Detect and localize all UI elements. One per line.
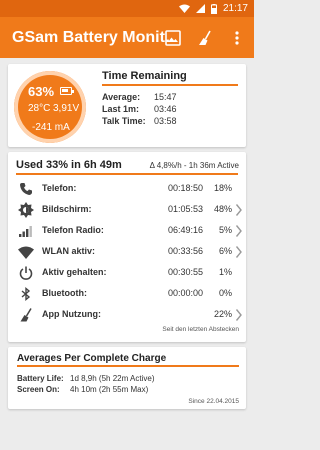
brightness-icon — [18, 202, 34, 218]
battery-icon — [210, 3, 217, 14]
usage-label: WLAN aktiv: — [42, 246, 96, 256]
wifi-icon — [18, 244, 34, 260]
usage-label: App Nutzung: — [42, 309, 101, 319]
usage-row-aktiv-gehalten[interactable]: Aktiv gehalten: 00:30:55 1% — [8, 263, 246, 283]
bluetooth-icon — [18, 286, 34, 302]
remaining-talktime-row: Talk Time: 03:58 — [102, 116, 177, 126]
row-value: 15:47 — [154, 92, 177, 102]
usage-row-bildschirm[interactable]: Bildschirm: 01:05:53 48% — [8, 200, 246, 220]
wifi-icon — [178, 4, 190, 13]
usage-rate: Δ 4,8%/h - 1h 36m Active — [149, 161, 239, 170]
divider — [17, 365, 239, 367]
divider — [16, 173, 238, 175]
averages-since: Since 22.04.2015 — [188, 398, 239, 405]
usage-percent: 18% — [213, 183, 232, 193]
battery-current: -241 mA — [32, 122, 70, 133]
usage-time: 01:05:53 — [168, 204, 204, 214]
usage-row-bluetooth[interactable]: Bluetooth: 00:00:00 0% — [8, 284, 246, 304]
usage-row-wlan[interactable]: WLAN aktiv: 00:33:56 6% — [8, 242, 246, 262]
broom-icon — [18, 307, 34, 323]
usage-time: 00:18:50 — [168, 183, 204, 193]
usage-percent: 48% — [213, 204, 232, 214]
battery-temperature: 28°C — [28, 103, 51, 114]
battery-gauge: 63% 28°C 3,91V -241 mA — [14, 71, 86, 143]
usage-label: Bluetooth: — [42, 288, 87, 298]
battery-level-icon — [60, 87, 74, 95]
usage-row-telefon-radio[interactable]: Telefon Radio: 06:49:16 5% — [8, 221, 246, 241]
usage-time: 00:30:55 — [168, 267, 204, 277]
status-time: 21:17 — [222, 3, 248, 14]
row-label: Battery Life: — [17, 374, 64, 383]
usage-time: 06:49:16 — [168, 225, 204, 235]
usage-percent: 5% — [218, 225, 232, 235]
usage-label: Bildschirm: — [42, 204, 92, 214]
average-battery-life-row: Battery Life: 1d 8,9h (5h 22m Active) — [17, 374, 155, 383]
broom-icon[interactable] — [194, 27, 216, 49]
usage-label: Telefon Radio: — [42, 225, 104, 235]
battery-percent: 63% — [28, 84, 55, 99]
signal-bars-icon — [18, 223, 34, 239]
usage-percent: 22% — [213, 309, 232, 319]
usage-row-app-nutzung[interactable]: App Nutzung: 22% — [8, 305, 246, 325]
chevron-right-icon — [235, 246, 242, 258]
usage-percent: 0% — [218, 288, 232, 298]
usage-percent: 6% — [218, 246, 232, 256]
divider — [102, 84, 238, 86]
row-value: 03:58 — [154, 116, 177, 126]
chevron-right-icon — [235, 225, 242, 237]
summary-card[interactable]: 63% 28°C 3,91V -241 mA Time Remaining Av… — [8, 64, 246, 147]
row-label: Average: — [102, 92, 141, 102]
usage-card: Used 33% in 6h 49m Δ 4,8%/h - 1h 36m Act… — [8, 152, 246, 342]
app-bar: GSam Battery Monit… — [0, 17, 254, 58]
remaining-last1m-row: Last 1m: 03:46 — [102, 104, 177, 114]
chevron-right-icon — [235, 309, 242, 321]
averages-title: Averages Per Complete Charge — [17, 353, 167, 364]
usage-time: 00:00:00 — [168, 288, 204, 298]
battery-voltage: 3,91V — [53, 103, 80, 114]
row-label: Last 1m: — [102, 104, 140, 114]
usage-footer: Seit den letzten Abstecken — [162, 326, 239, 333]
phone-icon — [18, 181, 34, 197]
row-value: 03:46 — [154, 104, 177, 114]
chevron-right-icon — [235, 204, 242, 216]
row-value: 1d 8,9h (5h 22m Active) — [70, 374, 155, 383]
row-label: Screen On: — [17, 385, 60, 394]
row-label: Talk Time: — [102, 116, 146, 126]
usage-row-telefon[interactable]: Telefon: 00:18:50 18% — [8, 179, 246, 199]
usage-title: Used 33% in 6h 49m — [16, 159, 122, 171]
signal-icon — [195, 4, 205, 13]
status-bar: 21:17 — [0, 0, 254, 17]
remaining-average-row: Average: 15:47 — [102, 92, 177, 102]
usage-time: 00:33:56 — [168, 246, 204, 256]
usage-percent: 1% — [218, 267, 232, 277]
usage-label: Aktiv gehalten: — [42, 267, 107, 277]
more-vert-icon[interactable] — [226, 27, 248, 49]
row-value: 4h 10m (2h 55m Max) — [70, 385, 149, 394]
time-remaining-title: Time Remaining — [102, 70, 187, 82]
image-icon[interactable] — [162, 27, 184, 49]
averages-card[interactable]: Averages Per Complete Charge Battery Lif… — [8, 347, 246, 409]
app-title: GSam Battery Monit… — [12, 28, 172, 46]
power-icon — [18, 265, 34, 281]
usage-label: Telefon: — [42, 183, 77, 193]
average-screen-on-row: Screen On: 4h 10m (2h 55m Max) — [17, 385, 148, 394]
